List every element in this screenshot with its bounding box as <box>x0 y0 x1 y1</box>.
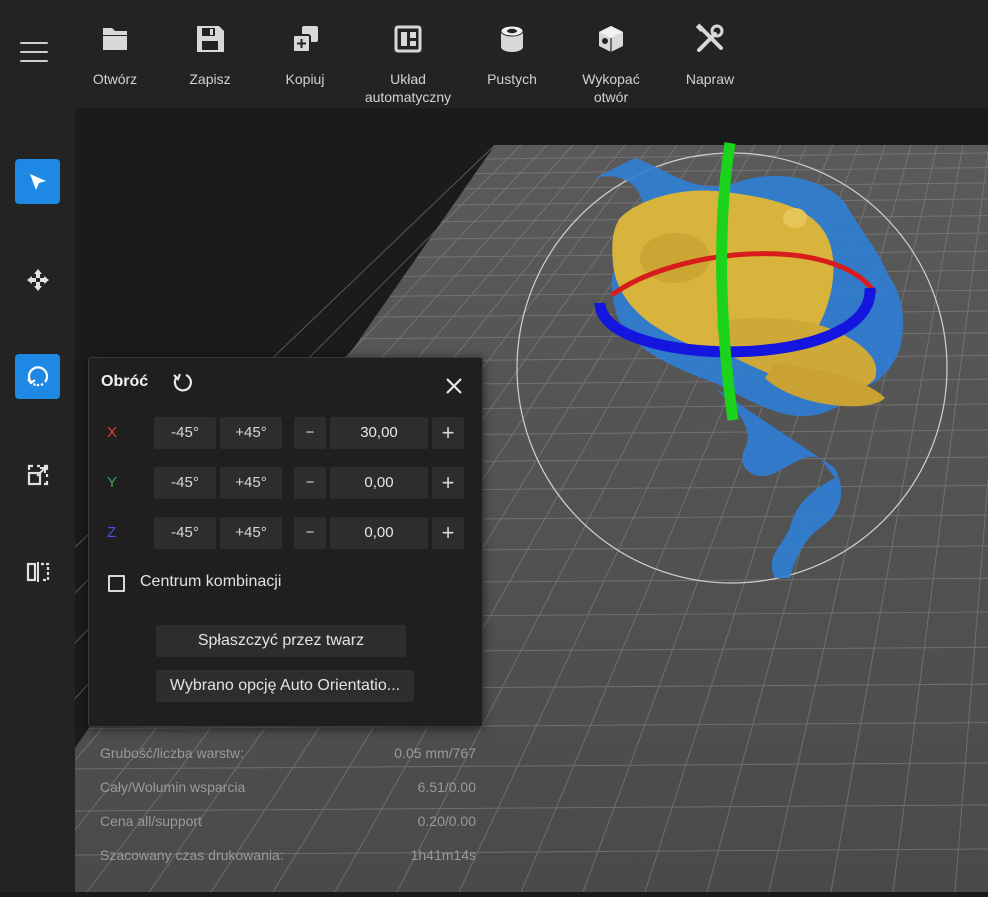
layout-icon <box>394 25 422 53</box>
hollow-button[interactable]: Pustych <box>462 22 562 88</box>
x-minus-45-button[interactable]: -45° <box>154 417 216 449</box>
close-icon[interactable] <box>444 376 464 396</box>
copy-label: Kopiuj <box>285 71 325 87</box>
z-decrement-button[interactable]: − <box>294 517 326 549</box>
repair-button[interactable]: Napraw <box>660 22 760 88</box>
z-plus-45-button[interactable]: +45° <box>220 517 282 549</box>
axis-row-z: Z -45° +45° − 0,00 + <box>89 517 482 549</box>
z-minus-45-button[interactable]: -45° <box>154 517 216 549</box>
open-label: Otwórz <box>92 71 138 87</box>
stat-value: 1h41m14s <box>410 847 476 863</box>
save-button[interactable]: Zapisz <box>160 22 260 88</box>
axis-row-x: X -45° +45° − 30,00 + <box>89 417 482 449</box>
move-icon <box>26 268 49 291</box>
x-increment-button[interactable]: + <box>432 417 464 449</box>
stat-label: Szacowany czas drukowania: <box>100 847 284 863</box>
z-value-input[interactable]: 0,00 <box>330 517 428 549</box>
cursor-icon <box>29 173 46 190</box>
stat-value: 0.05 mm/767 <box>394 745 476 761</box>
mirror-icon <box>26 561 49 582</box>
stat-row-price: Cena all/support 0.20/0.00 <box>100 808 476 842</box>
save-label: Zapisz <box>189 71 231 87</box>
hollow-icon <box>500 25 524 52</box>
stat-label: Cały/Wolumin wsparcia <box>100 779 246 795</box>
hamburger-menu-icon[interactable] <box>20 42 48 66</box>
rotate-panel: Obróć X -45° +45° − 30,00 + Y -45° +45° … <box>88 357 483 727</box>
rotate-tool-button[interactable] <box>15 354 60 399</box>
tool-sidebar <box>0 108 75 892</box>
dig-hole-icon <box>599 26 623 52</box>
move-tool-button[interactable] <box>15 257 60 302</box>
axis-z-label: Z <box>107 524 117 541</box>
mirror-tool-button[interactable] <box>15 549 60 594</box>
stat-value: 0.20/0.00 <box>417 813 476 829</box>
rotate-icon <box>26 365 48 386</box>
folder-icon <box>103 28 127 50</box>
hollow-label: Pustych <box>487 71 537 87</box>
x-value-input[interactable]: 30,00 <box>330 417 428 449</box>
stat-row-layers: Grubość/liczba warstw: 0.05 mm/767 <box>100 740 476 774</box>
scale-tool-button[interactable] <box>15 452 60 497</box>
select-tool-button[interactable] <box>15 159 60 204</box>
axis-y-label: Y <box>107 474 118 491</box>
copy-button[interactable]: Kopiuj <box>255 22 355 88</box>
copy-icon <box>292 26 318 53</box>
stat-row-volume: Cały/Wolumin wsparcia 6.51/0.00 <box>100 774 476 808</box>
stat-label: Cena all/support <box>100 813 202 829</box>
y-decrement-button[interactable]: − <box>294 467 326 499</box>
repair-label: Napraw <box>685 71 735 87</box>
dig-hole-label: Wykopać otwór <box>582 71 640 105</box>
axis-row-y: Y -45° +45° − 0,00 + <box>89 467 482 499</box>
auto-layout-button[interactable]: Układ automatyczny <box>358 22 458 106</box>
panel-title: Obróć <box>101 373 149 390</box>
y-increment-button[interactable]: + <box>432 467 464 499</box>
y-plus-45-button[interactable]: +45° <box>220 467 282 499</box>
x-plus-45-button[interactable]: +45° <box>220 417 282 449</box>
open-button[interactable]: Otwórz <box>65 22 165 88</box>
center-combination-label: Centrum kombinacji <box>140 573 282 590</box>
stat-row-print-time: Szacowany czas drukowania: 1h41m14s <box>100 842 476 876</box>
stat-value: 6.51/0.00 <box>417 779 476 795</box>
x-decrement-button[interactable]: − <box>294 417 326 449</box>
flatten-by-face-button[interactable]: Spłaszczyć przez twarz <box>156 625 406 657</box>
axis-x-label: X <box>107 424 118 441</box>
y-minus-45-button[interactable]: -45° <box>154 467 216 499</box>
reset-rotation-icon[interactable] <box>171 371 193 393</box>
save-icon <box>197 26 224 52</box>
center-combination-checkbox[interactable] <box>108 575 125 592</box>
z-increment-button[interactable]: + <box>432 517 464 549</box>
repair-icon <box>695 23 724 52</box>
y-value-input[interactable]: 0,00 <box>330 467 428 499</box>
auto-orientation-button[interactable]: Wybrano opcję Auto Orientatio... <box>156 670 414 702</box>
stat-label: Grubość/liczba warstw: <box>100 745 244 761</box>
dig-hole-button[interactable]: Wykopać otwór <box>561 22 661 106</box>
top-toolbar: Otwórz Zapisz Kopiuj Układ automatyczny <box>0 0 988 108</box>
print-stats: Grubość/liczba warstw: 0.05 mm/767 Cały/… <box>100 740 476 876</box>
auto-layout-label: Układ automatyczny <box>364 71 452 105</box>
scale-icon <box>27 464 48 485</box>
